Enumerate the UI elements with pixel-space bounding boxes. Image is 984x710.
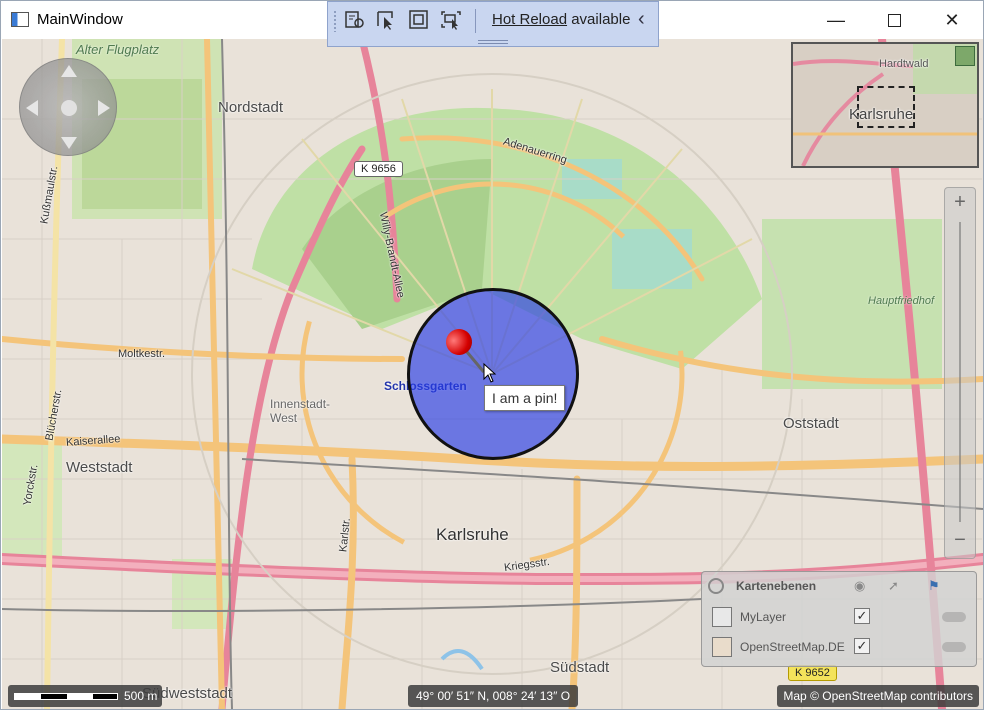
place-alter-flugplatz: Alter Flugplatz — [76, 42, 160, 57]
pan-right-icon[interactable] — [98, 100, 110, 116]
scale-bar-graphic — [14, 693, 118, 700]
pan-up-icon[interactable] — [61, 65, 77, 77]
place-weststadt: Weststadt — [66, 459, 133, 476]
toolbar-grip[interactable] — [333, 10, 337, 32]
layer-visible-checkbox[interactable]: ✓ — [854, 638, 870, 654]
place-oststadt: Oststadt — [783, 415, 839, 432]
select-arrow-icon[interactable]: ➚ — [888, 578, 904, 594]
layer-name: MyLayer — [740, 610, 787, 624]
window-title: MainWindow — [37, 11, 123, 28]
collapse-chevron-icon[interactable]: ‹ — [638, 8, 645, 31]
layers-collapse-icon[interactable] — [708, 578, 724, 594]
map-attribution[interactable]: Map © OpenStreetMap contributors — [777, 685, 979, 707]
mouse-cursor-icon — [483, 363, 497, 383]
scale-bar: 500 m — [8, 685, 162, 707]
select-element-icon[interactable] — [376, 10, 398, 30]
app-icon — [11, 12, 29, 27]
street-moltkestr: Moltkestr. — [118, 348, 166, 360]
visibility-eye-icon[interactable]: ◉ — [854, 578, 870, 594]
layer-opacity-slider[interactable] — [942, 642, 966, 652]
maximize-icon — [887, 13, 901, 27]
map-view[interactable]: Alter Flugplatz Nordstadt Weststadt Osts… — [2, 39, 983, 709]
pan-left-icon[interactable] — [26, 100, 38, 116]
place-hauptfriedhof: Hauptfriedhof — [868, 295, 935, 307]
pin-layer-icon[interactable]: ⚑ — [928, 578, 944, 594]
track-focus-icon[interactable] — [440, 10, 462, 30]
pan-down-icon[interactable] — [61, 137, 77, 149]
scale-label: 500 m — [124, 689, 158, 703]
pan-navigation-control[interactable] — [19, 58, 117, 156]
layer-name: OpenStreetMap.DE — [740, 640, 845, 654]
vector-layer-icon — [712, 607, 732, 627]
hot-reload-link[interactable]: Hot Reload — [492, 11, 567, 28]
hot-reload-status: Hot Reload available — [492, 11, 630, 28]
close-button[interactable]: ✕ — [923, 1, 981, 39]
layer-visible-checkbox[interactable]: ✓ — [854, 608, 870, 624]
live-visual-tree-icon[interactable] — [344, 10, 366, 30]
toolbar-drag-handle[interactable] — [478, 40, 508, 44]
zoom-out-button[interactable]: − — [945, 526, 975, 554]
toolbar-separator — [475, 9, 476, 33]
layer-row-openstreetmap[interactable]: OpenStreetMap.DE ✓ — [708, 634, 972, 660]
layer-opacity-slider[interactable] — [942, 612, 966, 622]
zoom-in-button[interactable]: + — [945, 188, 975, 216]
overview-minimap[interactable]: Hardtwald Karlsruhe — [791, 42, 979, 168]
place-karlsruhe: Karlsruhe — [436, 525, 509, 544]
place-suedstadt: Südstadt — [550, 659, 610, 676]
minimap-hardtwald: Hardtwald — [879, 58, 929, 70]
tile-layer-icon — [712, 637, 732, 657]
minimize-button[interactable]: — — [807, 1, 865, 39]
main-window: MainWindow — ✕ Alter Flugplatz Nordstadt… — [0, 0, 984, 710]
layers-panel-title: Kartenebenen — [736, 579, 817, 593]
zoom-slider[interactable]: + − — [944, 187, 976, 559]
place-innenstadt-west: Innenstadt- West — [270, 397, 331, 425]
place-nordstadt: Nordstadt — [218, 99, 284, 116]
layers-panel[interactable]: Kartenebenen ◉ ➚ ⚑ MyLayer ✓ OpenStreetM… — [701, 571, 977, 667]
layer-row-mylayer[interactable]: MyLayer ✓ — [708, 604, 972, 630]
coordinate-readout: 49° 00′ 51″ N, 008° 24′ 13″ O — [408, 685, 579, 707]
hot-reload-availability: available — [571, 11, 631, 28]
road-shield-k9656: K 9656 — [354, 161, 403, 177]
hot-reload-toolbar[interactable]: Hot Reload available ‹ — [327, 1, 659, 47]
maximize-button[interactable] — [865, 1, 923, 39]
pan-center-icon[interactable] — [61, 100, 77, 116]
zoom-track[interactable] — [959, 222, 961, 522]
minimap-karlsruhe: Karlsruhe — [849, 106, 914, 123]
pin-tooltip: I am a pin! — [484, 385, 566, 411]
minimap-layers-icon[interactable] — [955, 46, 975, 66]
layers-panel-header[interactable]: Kartenebenen ◉ ➚ ⚑ — [702, 572, 976, 600]
display-adorners-icon[interactable] — [408, 10, 430, 30]
road-shield-k9652: K 9652 — [788, 665, 837, 681]
